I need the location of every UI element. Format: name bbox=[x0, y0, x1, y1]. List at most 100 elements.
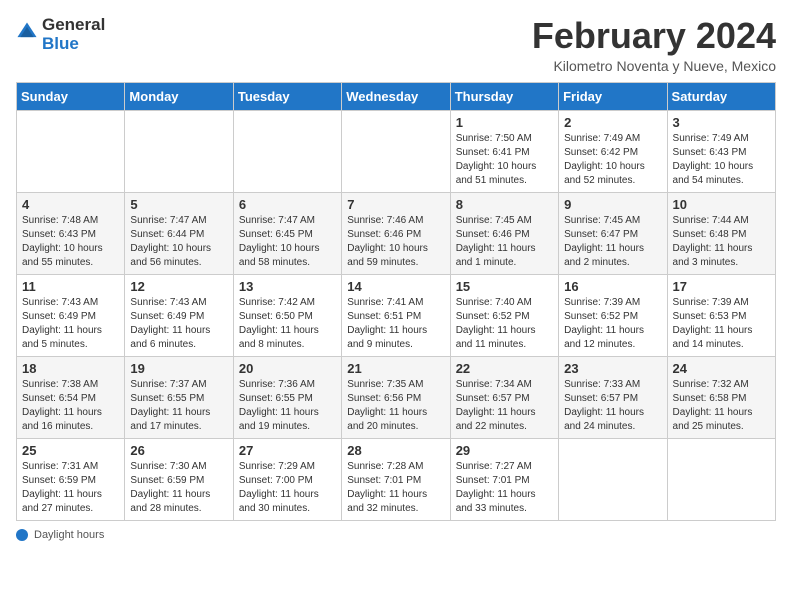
title-section: February 2024 Kilometro Noventa y Nueve,… bbox=[532, 16, 776, 74]
calendar-header-row: SundayMondayTuesdayWednesdayThursdayFrid… bbox=[17, 82, 776, 110]
calendar-cell: 7Sunrise: 7:46 AM Sunset: 6:46 PM Daylig… bbox=[342, 192, 450, 274]
footer-note: Daylight hours bbox=[16, 529, 776, 541]
day-number: 19 bbox=[130, 361, 227, 376]
day-info: Sunrise: 7:42 AM Sunset: 6:50 PM Dayligh… bbox=[239, 296, 336, 352]
day-number: 23 bbox=[564, 361, 661, 376]
day-number: 28 bbox=[347, 443, 444, 458]
day-info: Sunrise: 7:39 AM Sunset: 6:52 PM Dayligh… bbox=[564, 296, 661, 352]
day-of-week-header: Sunday bbox=[17, 82, 125, 110]
day-info: Sunrise: 7:32 AM Sunset: 6:58 PM Dayligh… bbox=[673, 378, 770, 434]
day-info: Sunrise: 7:44 AM Sunset: 6:48 PM Dayligh… bbox=[673, 214, 770, 270]
calendar-cell: 2Sunrise: 7:49 AM Sunset: 6:42 PM Daylig… bbox=[559, 110, 667, 192]
day-info: Sunrise: 7:31 AM Sunset: 6:59 PM Dayligh… bbox=[22, 460, 119, 516]
day-number: 18 bbox=[22, 361, 119, 376]
day-number: 6 bbox=[239, 197, 336, 212]
day-info: Sunrise: 7:28 AM Sunset: 7:01 PM Dayligh… bbox=[347, 460, 444, 516]
day-info: Sunrise: 7:45 AM Sunset: 6:47 PM Dayligh… bbox=[564, 214, 661, 270]
day-info: Sunrise: 7:38 AM Sunset: 6:54 PM Dayligh… bbox=[22, 378, 119, 434]
day-info: Sunrise: 7:47 AM Sunset: 6:45 PM Dayligh… bbox=[239, 214, 336, 270]
day-number: 13 bbox=[239, 279, 336, 294]
day-info: Sunrise: 7:37 AM Sunset: 6:55 PM Dayligh… bbox=[130, 378, 227, 434]
day-of-week-header: Saturday bbox=[667, 82, 775, 110]
logo: General Blue bbox=[16, 16, 105, 53]
day-info: Sunrise: 7:48 AM Sunset: 6:43 PM Dayligh… bbox=[22, 214, 119, 270]
calendar-cell: 14Sunrise: 7:41 AM Sunset: 6:51 PM Dayli… bbox=[342, 274, 450, 356]
day-info: Sunrise: 7:41 AM Sunset: 6:51 PM Dayligh… bbox=[347, 296, 444, 352]
day-info: Sunrise: 7:45 AM Sunset: 6:46 PM Dayligh… bbox=[456, 214, 553, 270]
page-header: General Blue February 2024 Kilometro Nov… bbox=[16, 16, 776, 74]
calendar-cell: 20 Sunrise: 7:36 AM Sunset: 6:55 PM Dayli… bbox=[233, 356, 341, 438]
daylight-label: Daylight hours bbox=[34, 529, 104, 541]
calendar-cell: 18 Sunrise: 7:38 AM Sunset: 6:54 PM Dayli… bbox=[17, 356, 125, 438]
calendar-cell: 16Sunrise: 7:39 AM Sunset: 6:52 PM Dayli… bbox=[559, 274, 667, 356]
month-title: February 2024 bbox=[532, 16, 776, 56]
day-info: Sunrise: 7:43 AM Sunset: 6:49 PM Dayligh… bbox=[130, 296, 227, 352]
location-text: Kilometro Noventa y Nueve, Mexico bbox=[532, 58, 776, 74]
calendar-cell bbox=[17, 110, 125, 192]
day-info: Sunrise: 7:49 AM Sunset: 6:42 PM Dayligh… bbox=[564, 132, 661, 188]
day-number: 21 bbox=[347, 361, 444, 376]
calendar-cell: 9 Sunrise: 7:45 AM Sunset: 6:47 PM Daylig… bbox=[559, 192, 667, 274]
day-of-week-header: Thursday bbox=[450, 82, 558, 110]
calendar-week-row: 18 Sunrise: 7:38 AM Sunset: 6:54 PM Dayli… bbox=[17, 356, 776, 438]
calendar-cell: 12Sunrise: 7:43 AM Sunset: 6:49 PM Dayli… bbox=[125, 274, 233, 356]
day-info: Sunrise: 7:33 AM Sunset: 6:57 PM Dayligh… bbox=[564, 378, 661, 434]
calendar-cell bbox=[125, 110, 233, 192]
calendar-cell: 3 Sunrise: 7:49 AM Sunset: 6:43 PM Daylig… bbox=[667, 110, 775, 192]
day-number: 15 bbox=[456, 279, 553, 294]
day-number: 22 bbox=[456, 361, 553, 376]
calendar-cell: 11 Sunrise: 7:43 AM Sunset: 6:49 PM Dayli… bbox=[17, 274, 125, 356]
day-number: 1 bbox=[456, 115, 553, 130]
calendar-cell bbox=[559, 438, 667, 520]
day-info: Sunrise: 7:29 AM Sunset: 7:00 PM Dayligh… bbox=[239, 460, 336, 516]
calendar-cell: 22Sunrise: 7:34 AM Sunset: 6:57 PM Dayli… bbox=[450, 356, 558, 438]
day-info: Sunrise: 7:39 AM Sunset: 6:53 PM Dayligh… bbox=[673, 296, 770, 352]
day-of-week-header: Tuesday bbox=[233, 82, 341, 110]
calendar-cell: 24 Sunrise: 7:32 AM Sunset: 6:58 PM Dayli… bbox=[667, 356, 775, 438]
calendar-cell: 1 Sunrise: 7:50 AM Sunset: 6:41 PM Daylig… bbox=[450, 110, 558, 192]
day-number: 8 bbox=[456, 197, 553, 212]
calendar-cell: 21 Sunrise: 7:35 AM Sunset: 6:56 PM Dayli… bbox=[342, 356, 450, 438]
calendar-cell: 15 Sunrise: 7:40 AM Sunset: 6:52 PM Dayli… bbox=[450, 274, 558, 356]
calendar-cell bbox=[342, 110, 450, 192]
calendar-cell: 23 Sunrise: 7:33 AM Sunset: 6:57 PM Dayli… bbox=[559, 356, 667, 438]
day-info: Sunrise: 7:40 AM Sunset: 6:52 PM Dayligh… bbox=[456, 296, 553, 352]
day-info: Sunrise: 7:49 AM Sunset: 6:43 PM Dayligh… bbox=[673, 132, 770, 188]
day-of-week-header: Monday bbox=[125, 82, 233, 110]
logo-general-text: General bbox=[42, 16, 105, 35]
day-number: 27 bbox=[239, 443, 336, 458]
calendar-table: SundayMondayTuesdayWednesdayThursdayFrid… bbox=[16, 82, 776, 521]
calendar-cell: 28 Sunrise: 7:28 AM Sunset: 7:01 PM Dayli… bbox=[342, 438, 450, 520]
calendar-week-row: 4Sunrise: 7:48 AM Sunset: 6:43 PM Daylig… bbox=[17, 192, 776, 274]
calendar-week-row: 25Sunrise: 7:31 AM Sunset: 6:59 PM Dayli… bbox=[17, 438, 776, 520]
calendar-cell bbox=[667, 438, 775, 520]
day-info: Sunrise: 7:47 AM Sunset: 6:44 PM Dayligh… bbox=[130, 214, 227, 270]
day-info: Sunrise: 7:35 AM Sunset: 6:56 PM Dayligh… bbox=[347, 378, 444, 434]
calendar-cell: 5Sunrise: 7:47 AM Sunset: 6:44 PM Daylig… bbox=[125, 192, 233, 274]
day-number: 17 bbox=[673, 279, 770, 294]
calendar-cell: 6 Sunrise: 7:47 AM Sunset: 6:45 PM Daylig… bbox=[233, 192, 341, 274]
calendar-cell: 4Sunrise: 7:48 AM Sunset: 6:43 PM Daylig… bbox=[17, 192, 125, 274]
day-of-week-header: Wednesday bbox=[342, 82, 450, 110]
day-number: 26 bbox=[130, 443, 227, 458]
calendar-cell: 25Sunrise: 7:31 AM Sunset: 6:59 PM Dayli… bbox=[17, 438, 125, 520]
day-number: 3 bbox=[673, 115, 770, 130]
day-info: Sunrise: 7:36 AM Sunset: 6:55 PM Dayligh… bbox=[239, 378, 336, 434]
day-number: 9 bbox=[564, 197, 661, 212]
day-info: Sunrise: 7:46 AM Sunset: 6:46 PM Dayligh… bbox=[347, 214, 444, 270]
day-number: 20 bbox=[239, 361, 336, 376]
day-number: 11 bbox=[22, 279, 119, 294]
logo-blue-text: Blue bbox=[42, 35, 105, 54]
calendar-cell: 26Sunrise: 7:30 AM Sunset: 6:59 PM Dayli… bbox=[125, 438, 233, 520]
calendar-week-row: 11 Sunrise: 7:43 AM Sunset: 6:49 PM Dayli… bbox=[17, 274, 776, 356]
day-number: 24 bbox=[673, 361, 770, 376]
calendar-cell: 10 Sunrise: 7:44 AM Sunset: 6:48 PM Dayli… bbox=[667, 192, 775, 274]
day-number: 10 bbox=[673, 197, 770, 212]
day-info: Sunrise: 7:43 AM Sunset: 6:49 PM Dayligh… bbox=[22, 296, 119, 352]
calendar-cell bbox=[233, 110, 341, 192]
footer-dot-icon bbox=[16, 529, 28, 541]
day-info: Sunrise: 7:50 AM Sunset: 6:41 PM Dayligh… bbox=[456, 132, 553, 188]
calendar-week-row: 1 Sunrise: 7:50 AM Sunset: 6:41 PM Daylig… bbox=[17, 110, 776, 192]
calendar-cell: 17 Sunrise: 7:39 AM Sunset: 6:53 PM Dayli… bbox=[667, 274, 775, 356]
day-info: Sunrise: 7:27 AM Sunset: 7:01 PM Dayligh… bbox=[456, 460, 553, 516]
